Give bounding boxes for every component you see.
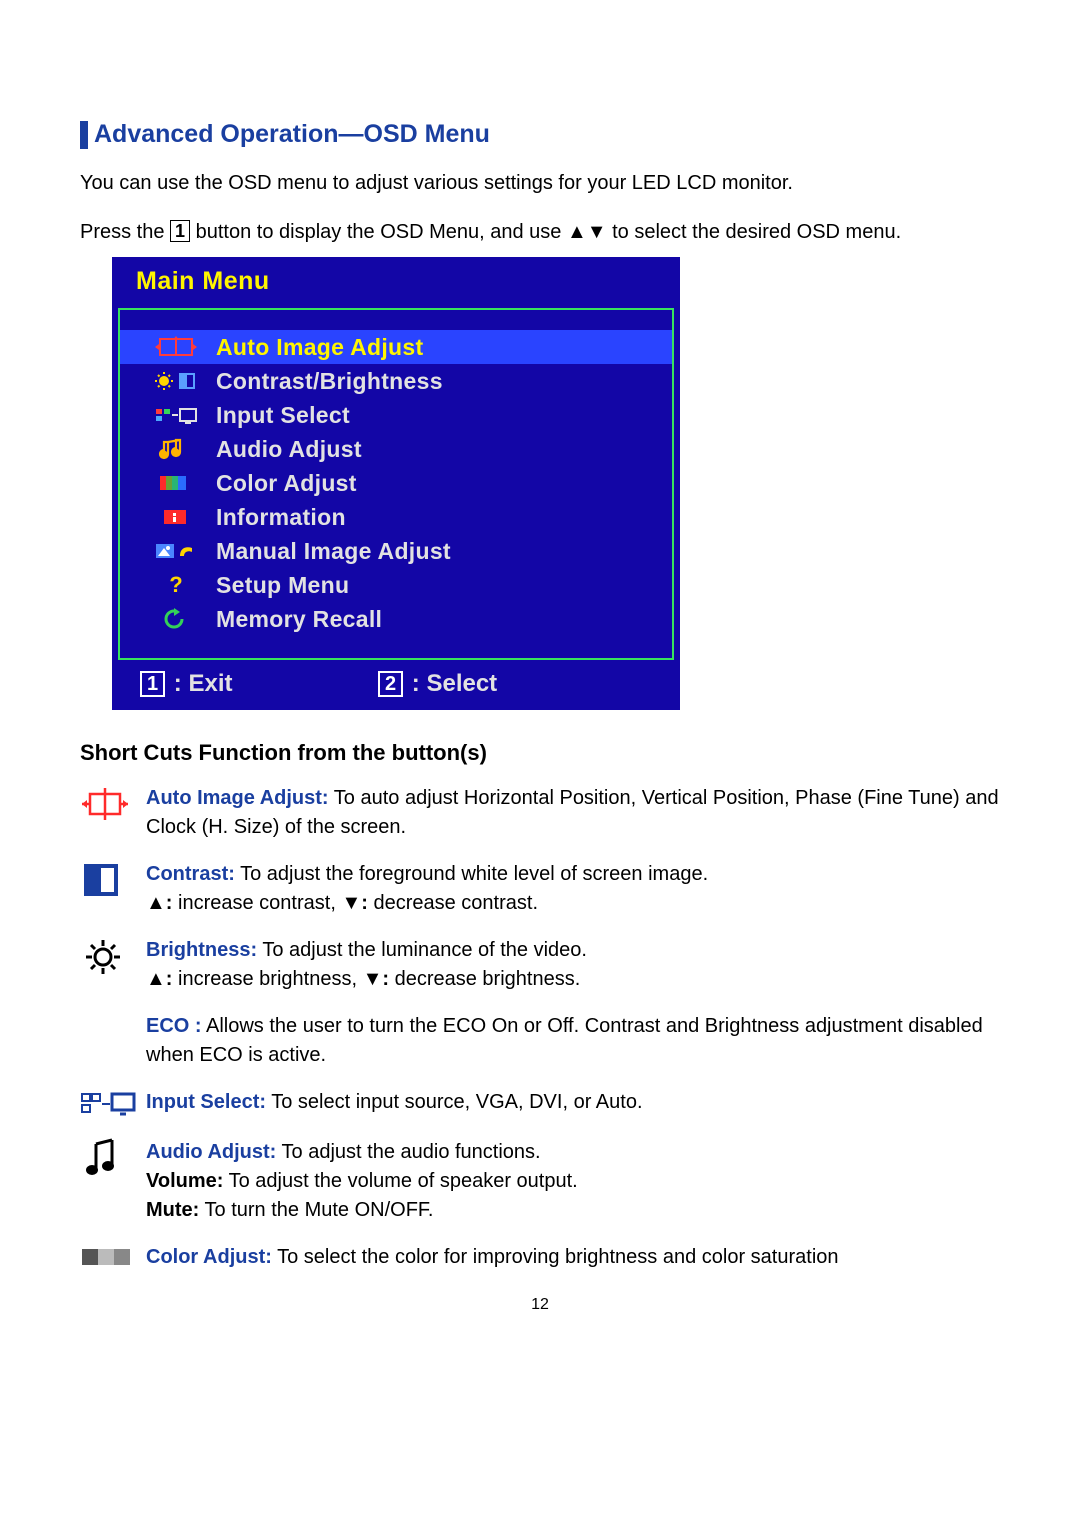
term-contrast: Contrast: [146,863,235,885]
manual-image-adjust-icon [146,538,206,564]
brightness-entry-icon [80,936,146,994]
desc-bright: To adjust the luminance of the video. [257,939,587,961]
entry-contrast: Contrast: To adjust the foreground white… [80,860,1000,918]
audio-adjust-icon [146,436,206,462]
input-select-icon [146,402,206,428]
osd-label: Setup Menu [216,572,349,599]
entry-color-adjust: Color Adjust: To select the color for im… [80,1243,1000,1272]
eco-empty-icon [80,1012,146,1070]
contrast-dn-key: ▼: [341,892,367,914]
intro-1c: . [787,172,793,194]
osd-footer: 1 : Exit 2 : Select [118,670,674,700]
osd-label: Manual Image Adjust [216,538,451,565]
section-title: Advanced Operation—OSD Menu [94,120,490,149]
osd-key-2: 2 [378,671,403,697]
memory-recall-icon [146,606,206,632]
osd-item-information[interactable]: Information [120,500,672,534]
entry-eco: ECO : Allows the user to turn the ECO On… [80,1012,1000,1070]
heading-accent-bar [80,121,88,149]
term-color: Color Adjust: [146,1246,272,1268]
contrast-up: increase contrast, [172,892,341,914]
audio-vol-key: Volume: [146,1170,223,1192]
intro-1a: You can use the OSD menu to adjust vario… [80,172,632,194]
audio-mute: To turn the Mute ON/OFF. [199,1199,433,1221]
svg-text:?: ? [169,574,182,596]
bright-dn: decrease brightness. [389,968,580,990]
osd-item-setup-menu[interactable]: ? Setup Menu [120,568,672,602]
osd-item-color-adjust[interactable]: Color Adjust [120,466,672,500]
intro-line-2: Press the 1 button to display the OSD Me… [80,218,1000,247]
desc-input: To select input source, VGA, DVI, or Aut… [266,1091,642,1113]
osd-item-audio-adjust[interactable]: Audio Adjust [120,432,672,466]
intro-2a: Press the [80,221,170,243]
bright-dn-key: ▼: [363,968,389,990]
contrast-entry-icon [80,860,146,918]
audio-adjust-entry-icon [80,1138,146,1225]
osd-item-memory-recall[interactable]: Memory Recall [120,602,672,636]
contrast-up-key: ▲: [146,892,172,914]
section-header: Advanced Operation—OSD Menu [80,120,1000,149]
setup-menu-icon: ? [146,572,206,598]
entry-audio-adjust: Audio Adjust: To adjust the audio functi… [80,1138,1000,1225]
color-adjust-entry-icon [80,1243,146,1272]
osd-title: Main Menu [136,267,674,296]
intro-line-1: You can use the OSD menu to adjust vario… [80,169,1000,198]
osd-label: Audio Adjust [216,436,362,463]
information-icon [146,504,206,530]
intro-2b: button to display the OSD Menu, and use … [190,221,901,243]
page-number: 12 [80,1296,1000,1314]
shortcuts-title: Short Cuts Function from the button(s) [80,740,1000,766]
entry-brightness: Brightness: To adjust the luminance of t… [80,936,1000,994]
entry-input-select: Input Select: To select input source, VG… [80,1088,1000,1120]
term-input: Input Select: [146,1091,266,1113]
term-auto: Auto Image Adjust: [146,787,329,809]
term-audio: Audio Adjust: [146,1141,276,1163]
osd-label: Color Adjust [216,470,357,497]
contrast-dn: decrease contrast. [368,892,538,914]
contrast-brightness-icon [146,368,206,394]
osd-item-input-select[interactable]: Input Select [120,398,672,432]
osd-label: Information [216,504,346,531]
desc-audio: To adjust the audio functions. [276,1141,540,1163]
desc-color: To select the color for improving bright… [272,1246,839,1268]
entry-auto-image-adjust: Auto Image Adjust: To auto adjust Horizo… [80,784,1000,842]
color-adjust-icon [146,470,206,496]
term-bright: Brightness: [146,939,257,961]
osd-label: Auto Image Adjust [216,334,423,361]
osd-item-manual-image-adjust[interactable]: Manual Image Adjust [120,534,672,568]
audio-vol: To adjust the volume of speaker output. [223,1170,577,1192]
osd-item-contrast-brightness[interactable]: Contrast/Brightness [120,364,672,398]
bright-up: increase brightness, [172,968,362,990]
osd-key-1: 1 [140,671,165,697]
audio-mute-key: Mute: [146,1199,199,1221]
osd-footer-select: : Select [412,670,497,697]
osd-label: Input Select [216,402,350,429]
intro-1b: LED LCD monitor [632,172,788,194]
desc-contrast: To adjust the foreground white level of … [235,863,708,885]
term-eco: ECO : [146,1015,202,1037]
osd-label: Contrast/Brightness [216,368,443,395]
desc-eco: Allows the user to turn the ECO On or Of… [146,1015,983,1066]
osd-footer-exit: : Exit [174,670,233,697]
input-select-entry-icon [80,1088,146,1120]
osd-item-auto-image-adjust[interactable]: Auto Image Adjust [120,330,672,364]
osd-menu-screenshot: Main Menu Auto Image Adjust [112,257,680,710]
auto-image-adjust-icon [146,334,206,360]
auto-image-adjust-entry-icon [80,784,146,842]
osd-label: Memory Recall [216,606,382,633]
key-1-button: 1 [170,220,190,242]
osd-panel: Auto Image Adjust Contrast/Brightness [118,308,674,660]
bright-up-key: ▲: [146,968,172,990]
